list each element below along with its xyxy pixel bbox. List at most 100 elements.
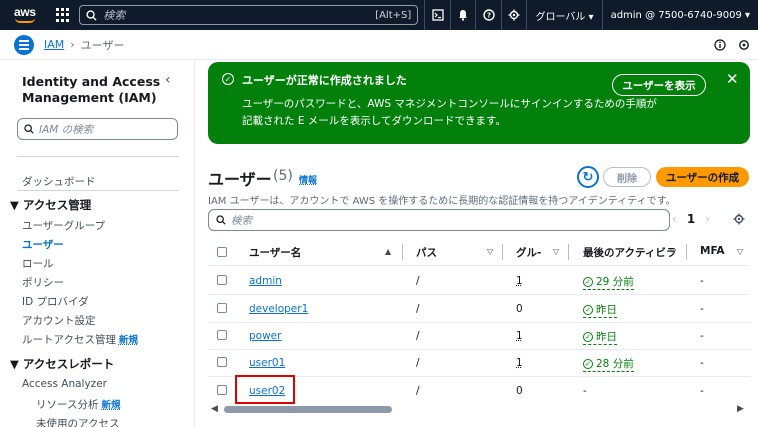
- help-icon[interactable]: ?: [475, 0, 501, 30]
- sidebar-item-account-settings[interactable]: アカウント設定: [22, 313, 96, 328]
- page-description: IAM ユーザーは、アカウントで AWS を操作するために長期的な認証情報を持つ…: [208, 192, 676, 207]
- column-header-path[interactable]: パス: [416, 245, 437, 260]
- user-mfa: -: [700, 357, 704, 369]
- user-path: /: [416, 303, 420, 315]
- settings-gear-icon[interactable]: [501, 0, 527, 30]
- column-divider: [568, 244, 569, 260]
- user-path: /: [416, 357, 420, 369]
- sidebar-item-users[interactable]: ユーザー: [22, 237, 64, 252]
- row-checkbox[interactable]: [217, 330, 227, 340]
- global-search-input[interactable]: 検索 [Alt+S]: [79, 5, 418, 25]
- success-check-icon: ✓: [222, 73, 234, 85]
- row-checkbox[interactable]: [217, 385, 227, 395]
- sort-ascending-icon[interactable]: ▲: [385, 247, 391, 256]
- last-activity-status[interactable]: ✓ 29 分前: [583, 274, 634, 290]
- user-group-count[interactable]: 1: [516, 275, 523, 287]
- aws-logo-text: aws: [14, 5, 36, 19]
- sidebar-item-resource-analysis[interactable]: リソース分析 新規: [36, 397, 121, 412]
- sidebar-divider: [17, 156, 179, 157]
- prev-page-chevron-icon[interactable]: ‹: [672, 212, 677, 226]
- info-link[interactable]: 情報: [299, 173, 317, 186]
- last-activity-status[interactable]: ✓ 昨日: [583, 302, 617, 318]
- refresh-button[interactable]: ↻: [577, 166, 599, 188]
- sort-icon[interactable]: ▽: [553, 247, 559, 256]
- scrollbar-thumb[interactable]: [224, 406, 392, 413]
- cloudshell-icon[interactable]: [424, 0, 450, 30]
- last-activity-text: 昨日: [596, 329, 617, 344]
- column-divider: [686, 244, 687, 260]
- check-circle-icon: ✓: [583, 305, 593, 315]
- last-activity-status[interactable]: ✓ 28 分前: [583, 356, 634, 372]
- menu-toggle-icon[interactable]: [14, 35, 34, 55]
- account-menu[interactable]: admin @ 7500-6740-9009 ▾: [602, 0, 758, 30]
- info-icon[interactable]: [714, 39, 726, 51]
- current-page-number[interactable]: 1: [687, 212, 695, 226]
- delete-button[interactable]: 削除: [603, 167, 651, 187]
- select-all-checkbox[interactable]: [217, 247, 227, 257]
- sidebar-item-unused-access[interactable]: 未使用のアクセス: [36, 416, 119, 427]
- user-group-count[interactable]: 1: [516, 357, 523, 369]
- sidebar-item-user-groups[interactable]: ユーザーグループ: [22, 218, 105, 233]
- pagination: ‹ 1 ›: [672, 212, 710, 226]
- row-divider: [208, 294, 750, 295]
- last-activity-text: -: [583, 385, 587, 397]
- row-checkbox[interactable]: [217, 357, 227, 367]
- table-preferences-gear-icon[interactable]: [733, 213, 745, 225]
- row-checkbox[interactable]: [217, 303, 227, 313]
- sidebar-item-dashboard[interactable]: ダッシュボード: [22, 174, 96, 189]
- user-group-count[interactable]: 1: [516, 330, 523, 342]
- column-header-mfa[interactable]: MFA: [700, 245, 725, 257]
- next-page-chevron-icon[interactable]: ›: [705, 212, 710, 226]
- user-count: (5): [273, 168, 293, 184]
- last-activity-text: 28 分前: [596, 356, 634, 371]
- highlight-box: [235, 375, 295, 404]
- new-badge: 新規: [119, 335, 138, 346]
- flash-body: ユーザーのパスワードと、AWS マネジメントコンソールにサインインするための手順…: [242, 96, 662, 130]
- sort-icon[interactable]: ▽: [670, 247, 676, 256]
- scroll-left-arrow-icon[interactable]: ◀: [211, 404, 218, 414]
- sidebar-item-access-analyzer[interactable]: Access Analyzer: [22, 378, 107, 390]
- new-badge: 新規: [101, 400, 120, 411]
- sidebar-divider: [17, 190, 179, 191]
- breadcrumb-chevron-icon: ›: [70, 38, 74, 51]
- svg-text:?: ?: [487, 12, 491, 20]
- sidebar-section-access-reports[interactable]: ▼ アクセスレポート: [10, 356, 114, 372]
- last-activity-text: 昨日: [596, 302, 617, 317]
- user-name-link[interactable]: admin: [249, 275, 282, 287]
- create-user-button[interactable]: ユーザーの作成: [656, 167, 749, 187]
- services-grid-icon[interactable]: [56, 8, 70, 22]
- sort-icon[interactable]: ▽: [737, 247, 743, 256]
- flash-heading: ユーザーが正常に作成されました: [242, 72, 407, 88]
- row-checkbox[interactable]: [217, 275, 227, 285]
- user-name-link[interactable]: developer1: [249, 303, 308, 315]
- column-header-groups[interactable]: グル-: [516, 245, 541, 260]
- breadcrumb-bar: IAM › ユーザー: [0, 30, 758, 60]
- column-header-username[interactable]: ユーザー名: [249, 245, 301, 260]
- sidebar-search-input[interactable]: IAM の検索: [17, 118, 178, 140]
- region-selector[interactable]: グローバル ▾: [526, 0, 601, 30]
- side-navigation: Identity and Access Management (IAM) ‹ I…: [0, 60, 195, 427]
- user-name-link[interactable]: power: [249, 330, 281, 342]
- sidebar-search-placeholder: IAM の検索: [39, 122, 93, 137]
- column-header-last-activity[interactable]: 最後のアクティビラ: [583, 245, 676, 260]
- user-path: /: [416, 330, 420, 342]
- notifications-bell-icon[interactable]: [450, 0, 476, 30]
- last-activity-status[interactable]: ✓ 昨日: [583, 329, 617, 345]
- sort-icon[interactable]: ▽: [487, 247, 493, 256]
- collapse-chevron-icon[interactable]: ‹: [165, 72, 171, 88]
- close-icon[interactable]: ✕: [726, 70, 739, 88]
- aws-logo[interactable]: aws: [12, 4, 40, 26]
- sidebar-item-root-access[interactable]: ルートアクセス管理 新規: [22, 332, 138, 347]
- sidebar-section-access-management[interactable]: ▼ アクセス管理: [10, 197, 91, 213]
- sidebar-item-identity-providers[interactable]: ID プロバイダ: [22, 294, 89, 309]
- scroll-right-arrow-icon[interactable]: ▶: [737, 404, 744, 414]
- user-name-link[interactable]: user01: [249, 357, 285, 369]
- sidebar-item-policies[interactable]: ポリシー: [22, 275, 64, 290]
- sidebar-item-roles[interactable]: ロール: [22, 256, 54, 271]
- breadcrumb-iam-link[interactable]: IAM: [44, 38, 64, 51]
- view-user-button[interactable]: ユーザーを表示: [612, 74, 706, 96]
- check-circle-icon: ✓: [583, 332, 593, 342]
- table-search-input[interactable]: 検索: [208, 209, 670, 231]
- user-path: /: [416, 275, 420, 287]
- panel-settings-icon[interactable]: [738, 39, 750, 51]
